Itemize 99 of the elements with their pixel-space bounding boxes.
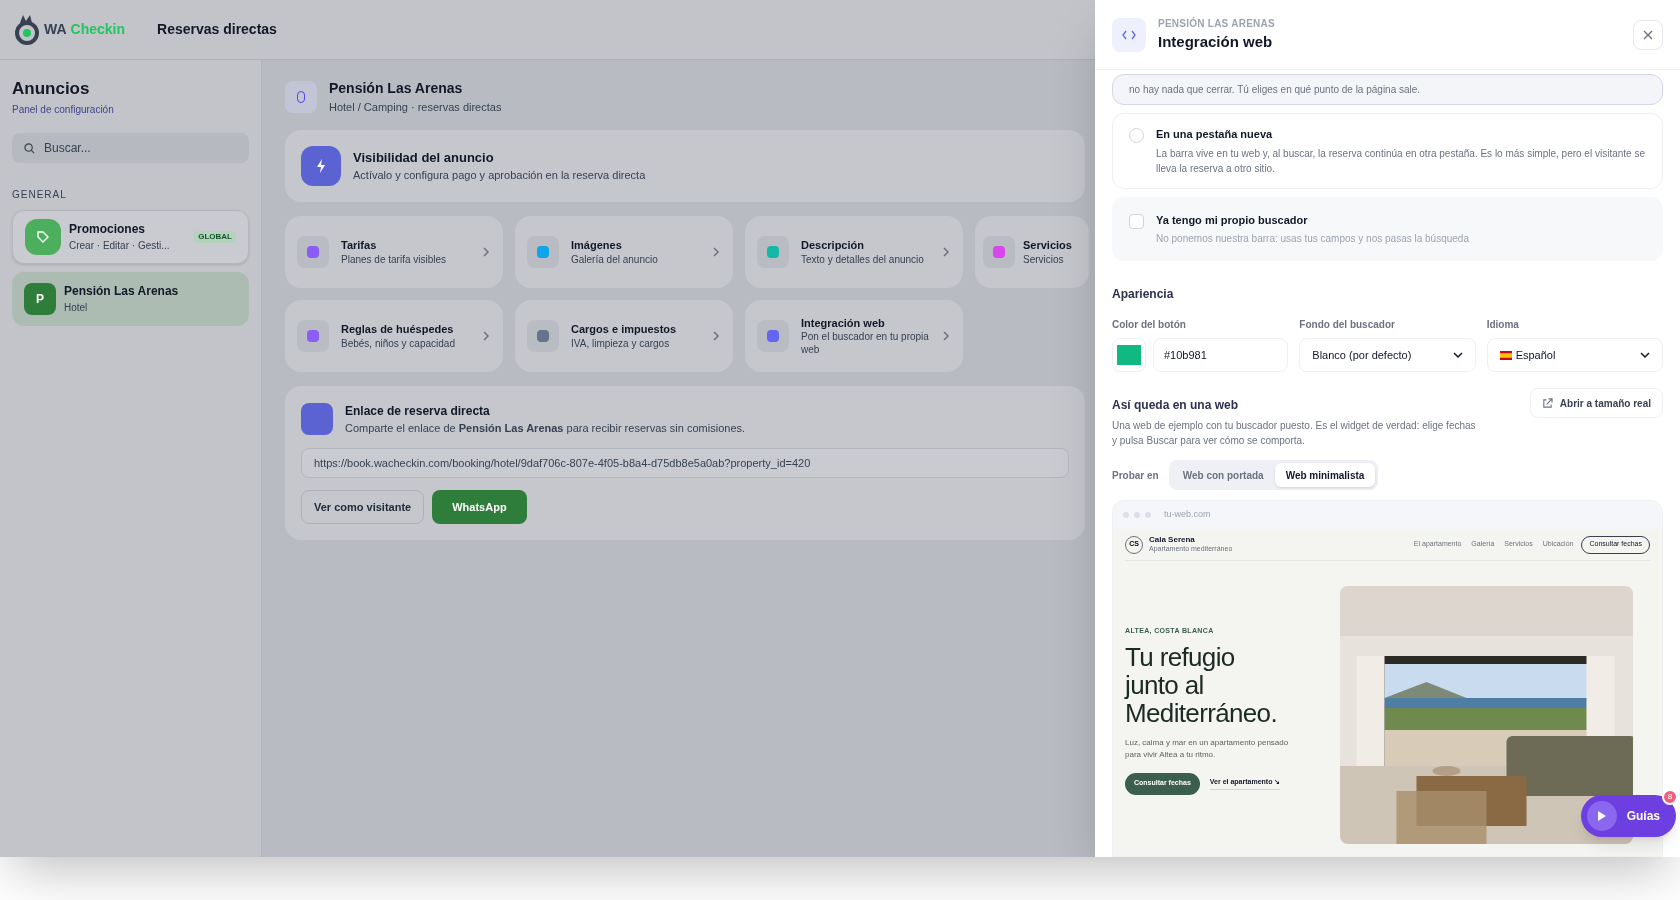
card-title: Cargos e impuestos — [571, 322, 678, 337]
sidebar-title: Anuncios — [12, 78, 91, 100]
card-subtitle: Texto y detalles del anuncio — [801, 253, 925, 266]
url-field[interactable]: https://book.wacheckin.com/booking/hotel/9daf706c-807e-4f05-b8a4-d75db8e5a0ab?property_id=420 — [301, 448, 1069, 478]
card-subtitle: Servicios — [1023, 253, 1065, 266]
card-title: Integración web — [801, 315, 886, 331]
card-description: Comparte el enlace de Pensión Las Arenas para recibir reservas sin comisiones. — [345, 420, 746, 436]
chevron-right-icon — [481, 246, 491, 257]
option-description: no hay nada que cerrar. Tú eliges en qué punto de la página sale. — [1129, 83, 1421, 97]
section-icon — [527, 235, 559, 268]
visibility-card[interactable]: Visibilidad del anuncio Actívalo y configura pago y aprobación en la reserva directa — [285, 129, 1085, 202]
item-subtitle: Hotel — [64, 301, 89, 315]
section-label: GENERAL — [12, 187, 68, 202]
url-text: tu-web.com — [1164, 508, 1211, 522]
color-field[interactable]: #10b981 — [1153, 338, 1289, 372]
select-field[interactable]: Blanco (por defecto) — [1299, 338, 1476, 372]
avatar: P — [24, 282, 56, 315]
option-title: Ya tengo mi propio buscador — [1156, 212, 1309, 228]
open-full-size-button[interactable]: Abrir a tamaño real — [1529, 388, 1663, 418]
section-icon — [297, 235, 329, 268]
code-icon — [1112, 17, 1146, 52]
select-field[interactable]: Español — [1486, 338, 1663, 372]
option-description: No ponemos nuestra barra: usas tus campos y nos pasas la búsqueda — [1156, 232, 1469, 246]
section-icon — [757, 235, 789, 268]
chevron-right-icon — [711, 330, 721, 341]
section-icon — [297, 319, 329, 352]
listing-title: Pensión Las Arenas — [329, 79, 464, 98]
section-heading: Así queda en una web — [1112, 397, 1240, 414]
site-headline: Tu refugio junto al Mediterráneo. — [1125, 642, 1278, 727]
card-title: Reglas de huéspedes — [341, 322, 455, 337]
card-title: Imágenes — [571, 238, 623, 253]
option-card[interactable]: no hay nada que cerrar. Tú eliges en qué punto de la página sale. — [1112, 74, 1663, 105]
tab[interactable]: Web con portada — [1171, 463, 1275, 487]
card-title: Tarifas — [341, 238, 378, 253]
card-title: Visibilidad del anuncio — [353, 148, 495, 167]
close-icon — [1643, 29, 1653, 40]
option-card[interactable]: En una pestaña nueva La barra vive en tu web y, al buscar, la reserva continúa en otra pestaña. Es lo más simple, pero el visitante se lleva la reserva a otro sitio. — [1112, 113, 1663, 189]
flag-icon — [1499, 350, 1512, 360]
chevron-right-icon — [711, 246, 721, 257]
section-heading: Apariencia — [1112, 286, 1175, 303]
chevron-right-icon — [481, 330, 491, 341]
tab[interactable]: Web minimalista — [1274, 463, 1376, 487]
section-icon — [757, 319, 789, 352]
global-badge: GLOBAL — [194, 230, 236, 243]
card-title: Descripción — [801, 238, 865, 253]
card-subtitle: Galería del anuncio — [571, 253, 659, 266]
chevron-right-icon — [941, 246, 951, 257]
search-field[interactable]: Buscar... — [12, 132, 249, 163]
site-text: Luz, calma y mar en un apartamento pensado para vivir Altea a tu ritmo. — [1125, 736, 1290, 761]
sidebar-item[interactable]: Promociones Crear · Editar · Gesti... GLOBAL — [12, 209, 249, 264]
sidebar-item[interactable]: P Pensión Las Arenas Hotel — [12, 271, 249, 326]
card-subtitle: Planes de tarifa visibles — [341, 253, 448, 266]
card-subtitle: Pon el buscador en tu propia web — [801, 331, 929, 357]
logo-text: WA — [44, 20, 67, 39]
option-title: En una pestaña nueva — [1156, 127, 1274, 142]
page-title: Reservas directas — [157, 20, 277, 39]
chevron-down-icon — [1452, 350, 1463, 360]
whatsapp-button[interactable]: WhatsApp — [432, 490, 527, 524]
sidebar-subtitle: Panel de configuración — [12, 102, 115, 117]
option-card[interactable]: Ya tengo mi propio buscador No ponemos nuestra barra: usas tus campos y nos pasas la búsqueda — [1112, 196, 1663, 261]
card-subtitle: Bebés, niños y capacidad — [341, 337, 456, 350]
chevron-right-icon — [941, 330, 951, 341]
bolt-icon — [301, 145, 341, 186]
section-card[interactable]: Descripción Texto y detalles del anuncio — [745, 215, 963, 288]
drawer-title: Integración web — [1158, 31, 1274, 52]
item-title: Pensión Las Arenas — [64, 283, 180, 300]
color-swatch[interactable] — [1112, 338, 1146, 372]
field-label: Idioma — [1486, 318, 1520, 332]
notification-badge: 8 — [1662, 789, 1678, 805]
item-title: Promociones — [69, 221, 147, 238]
card-title: Enlace de reserva directa — [345, 402, 491, 420]
logo-text: Checkin — [70, 20, 126, 39]
section-card[interactable]: Cargos e impuestos IVA, limpieza y cargos — [515, 299, 733, 372]
section-card[interactable]: Integración web Pon el buscador en tu propia web — [745, 299, 963, 372]
tag-icon — [25, 218, 61, 255]
section-icon — [527, 319, 559, 352]
field-label: Color del botón — [1112, 318, 1187, 332]
checkbox[interactable] — [1129, 213, 1144, 229]
option-description: La barra vive en tu web y, al buscar, la reserva continúa en otra pestaña. Es lo más simple, pero el visitante se lleva la reserva a otro sitio. — [1156, 146, 1646, 176]
card-subtitle: Actívalo y configura pago y aprobación en la reserva directa — [353, 168, 646, 183]
section-icon — [983, 235, 1015, 268]
listing-subtitle: Hotel / Camping · reservas directas — [329, 100, 502, 115]
try-label: Probar en — [1112, 468, 1159, 483]
field-label: Fondo del buscador — [1299, 318, 1396, 332]
section-card[interactable]: Tarifas Planes de tarifa visibles — [285, 215, 503, 288]
card-title: Servicios — [1023, 238, 1073, 253]
item-subtitle: Crear · Editar · Gesti... — [69, 239, 171, 253]
section-card[interactable]: Reglas de huéspedes Bebés, niños y capacidad — [285, 299, 503, 372]
site-name: Cala Serena — [1149, 535, 1196, 546]
external-link-icon — [1541, 397, 1553, 409]
close-button[interactable] — [1633, 19, 1663, 50]
visit-button[interactable]: Ver como visitante — [301, 490, 425, 524]
card-subtitle: IVA, limpieza y cargos — [571, 337, 671, 350]
chevron-down-icon — [1640, 350, 1650, 360]
drawer-eyebrow: PENSIÓN LAS ARENAS — [1158, 16, 1276, 31]
section-card[interactable]: Servicios Servicios — [975, 215, 1089, 288]
play-icon — [1586, 801, 1617, 831]
section-card[interactable]: Imágenes Galería del anuncio — [515, 215, 733, 288]
section-description: Una web de ejemplo con tu buscador puesto. Es el widget de verdad: elige fechas y pulsa Buscar para ver cómo se comporta. — [1112, 419, 1477, 448]
